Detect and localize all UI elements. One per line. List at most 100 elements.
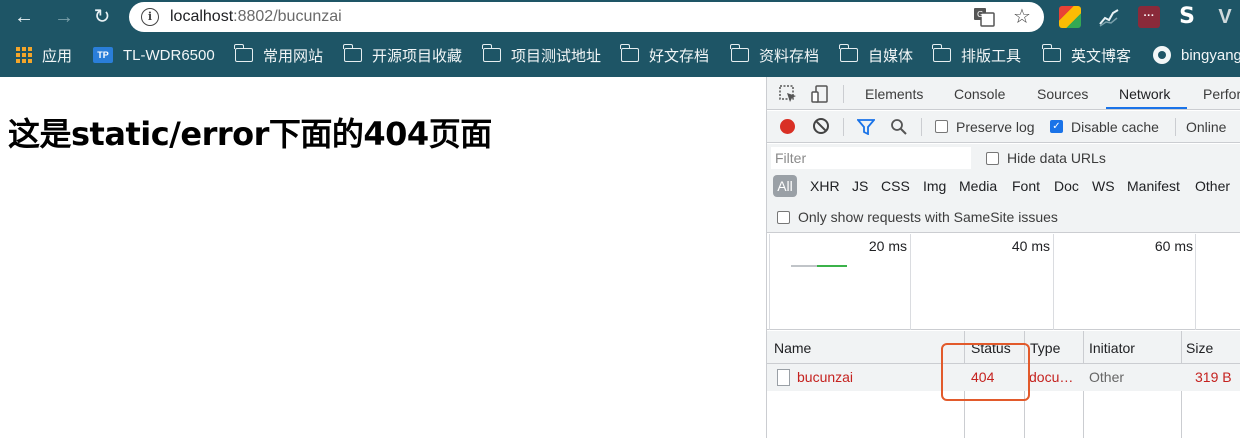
disable-cache-label: Disable cache <box>1071 119 1159 135</box>
bookmark-apps[interactable]: 应用 <box>16 45 72 65</box>
bookmark-star-icon[interactable]: ☆ <box>1013 5 1031 29</box>
bookmark-folder-layout-tools[interactable]: 排版工具 <box>932 44 1022 65</box>
column-header-name[interactable]: Name <box>774 340 811 356</box>
separator <box>921 118 922 136</box>
samesite-label: Only show requests with SameSite issues <box>798 209 1058 225</box>
info-icon[interactable]: i <box>141 8 159 26</box>
bookmark-label: 排版工具 <box>961 47 1022 65</box>
forward-icon[interactable]: → <box>51 4 77 30</box>
network-overview-timeline[interactable]: 20 ms 40 ms 60 ms <box>767 234 1240 330</box>
extension-icon-graph[interactable] <box>1098 6 1120 28</box>
folder-icon <box>730 44 749 62</box>
cell-initiator: Other <box>1089 369 1125 385</box>
tab-elements[interactable]: Elements <box>865 86 923 102</box>
filter-bar: Filter Hide data URLs All XHR JS CSS Img… <box>767 144 1240 233</box>
record-icon[interactable] <box>780 119 795 134</box>
folder-icon <box>482 44 501 62</box>
devtools-tab-bar: Elements Console Sources Network Perfor <box>767 77 1240 110</box>
type-filter-img[interactable]: Img <box>923 178 946 194</box>
samesite-checkbox[interactable] <box>777 211 790 224</box>
bookmark-folder-common-sites[interactable]: 常用网站 <box>234 44 323 65</box>
svg-text:G: G <box>977 10 983 19</box>
bookmark-github-bingyang[interactable]: bingyang <box>1153 45 1240 65</box>
tp-link-icon: TP <box>93 47 113 63</box>
network-toolbar: Preserve log ✓ Disable cache Online <box>767 111 1240 143</box>
type-filter-ws[interactable]: WS <box>1092 178 1115 194</box>
active-tab-indicator <box>1106 107 1187 109</box>
timeline-tick-label: 20 ms <box>868 238 907 254</box>
type-filter-xhr[interactable]: XHR <box>810 178 840 194</box>
folder-icon <box>343 44 362 62</box>
type-filter-css[interactable]: CSS <box>881 178 910 194</box>
separator <box>843 118 844 136</box>
cell-type: docu… <box>1029 369 1074 385</box>
extension-icon-v[interactable]: V <box>1214 6 1236 28</box>
tab-performance[interactable]: Perfor <box>1203 86 1240 102</box>
bookmark-label: 应用 <box>42 47 73 65</box>
bookmark-folder-articles[interactable]: 好文存档 <box>620 44 710 65</box>
throttling-select[interactable]: Online <box>1186 119 1226 135</box>
device-toolbar-icon[interactable] <box>810 84 830 104</box>
bookmark-folder-english-blog[interactable]: 英文博客 <box>1042 44 1132 65</box>
bookmarks-bar: 应用 TP TL-WDR6500 常用网站 开源项目收藏 项目测试地址 好文存档… <box>0 34 1240 77</box>
extension-icon-chrome-color[interactable] <box>1059 6 1081 28</box>
folder-icon <box>234 44 253 62</box>
bookmark-label: 好文存档 <box>649 47 710 65</box>
disable-cache-checkbox[interactable]: ✓ <box>1050 120 1063 133</box>
separator <box>843 85 844 103</box>
bookmark-label: bingyang <box>1181 46 1240 64</box>
apps-grid-icon <box>16 47 32 63</box>
type-filter-all[interactable]: All <box>773 175 797 197</box>
folder-icon <box>1042 44 1061 62</box>
timeline-tick-label: 60 ms <box>1154 238 1193 254</box>
tab-console[interactable]: Console <box>954 86 1005 102</box>
timeline-tick-label: 40 ms <box>1011 238 1050 254</box>
bookmark-tl-wdr6500[interactable]: TP TL-WDR6500 <box>93 45 215 65</box>
inspect-element-icon[interactable] <box>778 84 798 104</box>
tab-network[interactable]: Network <box>1119 86 1170 102</box>
folder-icon <box>620 44 639 62</box>
bookmark-folder-open-source[interactable]: 开源项目收藏 <box>343 44 462 65</box>
preserve-log-checkbox[interactable] <box>935 120 948 133</box>
timeline-gridline <box>1053 234 1054 330</box>
type-filter-manifest[interactable]: Manifest <box>1127 178 1180 194</box>
address-bar[interactable]: i localhost:8802/bucunzai G ☆ <box>129 2 1044 32</box>
type-filter-media[interactable]: Media <box>959 178 997 194</box>
hide-data-urls-label: Hide data URLs <box>1007 150 1106 166</box>
translate-icon[interactable]: G <box>973 7 995 27</box>
search-icon[interactable] <box>890 118 908 136</box>
bookmark-folder-test-urls[interactable]: 项目测试地址 <box>482 44 602 65</box>
timeline-bar-receiving <box>817 265 847 267</box>
tab-sources[interactable]: Sources <box>1037 86 1088 102</box>
timeline-gridline <box>910 234 911 330</box>
bookmark-folder-media[interactable]: 自媒体 <box>839 44 913 65</box>
back-icon[interactable]: ← <box>11 4 37 30</box>
type-filter-font[interactable]: Font <box>1012 178 1040 194</box>
filter-input[interactable]: Filter <box>771 147 971 169</box>
filter-icon[interactable] <box>857 119 875 135</box>
cell-name[interactable]: bucunzai <box>797 369 853 385</box>
page-heading: 这是static/error下面的404页面 <box>8 115 492 153</box>
url-text[interactable]: localhost:8802/bucunzai <box>170 8 342 26</box>
bookmark-label: TL-WDR6500 <box>123 46 215 64</box>
reload-icon[interactable]: ↻ <box>89 4 115 30</box>
github-icon <box>1153 46 1171 64</box>
bookmark-label: 项目测试地址 <box>511 47 602 65</box>
folder-icon <box>932 44 951 62</box>
type-filter-doc[interactable]: Doc <box>1054 178 1079 194</box>
bookmark-folder-materials[interactable]: 资料存档 <box>730 44 819 65</box>
column-header-initiator[interactable]: Initiator <box>1089 340 1135 356</box>
column-header-type[interactable]: Type <box>1030 340 1060 356</box>
clear-icon[interactable] <box>813 118 829 134</box>
separator <box>1175 118 1176 136</box>
document-icon <box>777 369 790 386</box>
extension-icon-dots[interactable]: ··· <box>1138 6 1160 28</box>
hide-data-urls-checkbox[interactable] <box>986 152 999 165</box>
type-filter-js[interactable]: JS <box>852 178 868 194</box>
extension-icon-s[interactable]: S <box>1176 6 1198 28</box>
type-filter-other[interactable]: Other <box>1195 178 1230 194</box>
page-content: 这是static/error下面的404页面 <box>0 77 766 438</box>
bookmark-label: 英文博客 <box>1071 47 1132 65</box>
timeline-gridline <box>769 234 770 330</box>
column-header-size[interactable]: Size <box>1186 340 1213 356</box>
